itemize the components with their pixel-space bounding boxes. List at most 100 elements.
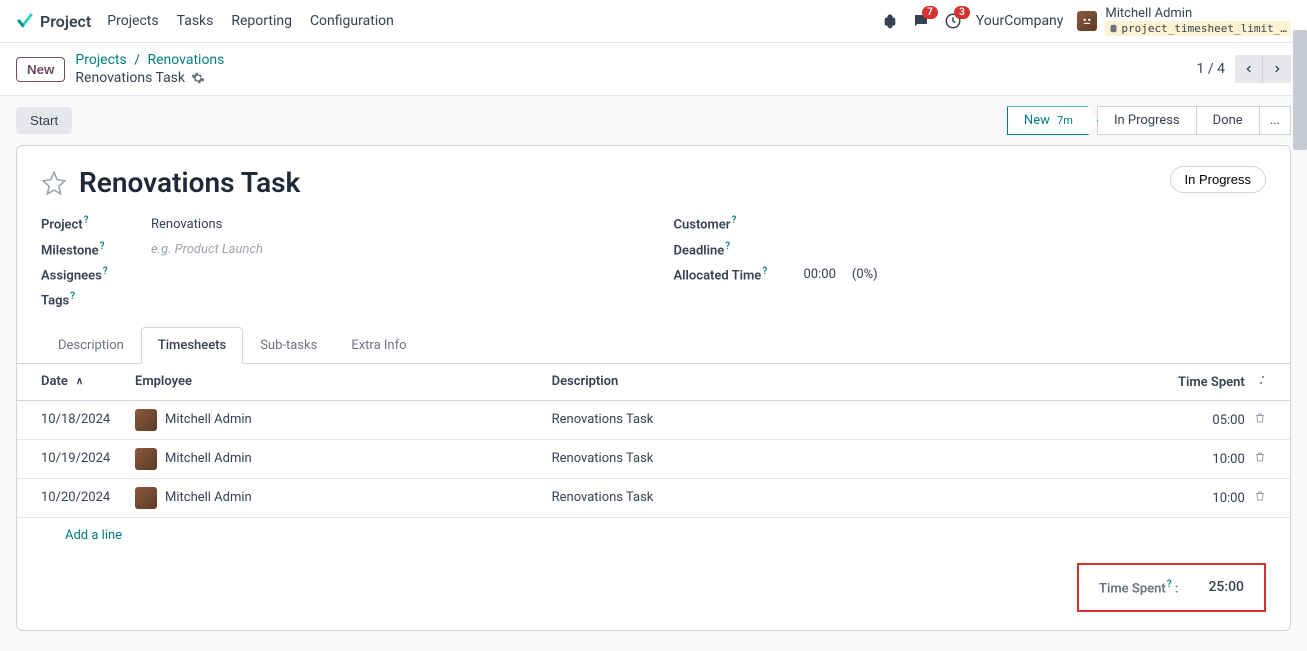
pager-text: 1 / 4 — [1197, 61, 1225, 77]
field-tags: Tags? — [41, 291, 634, 308]
help-icon[interactable]: ? — [1167, 579, 1172, 590]
cell-employee[interactable]: Mitchell Admin — [127, 439, 544, 478]
chevron-right-icon — [1272, 64, 1282, 74]
tabs: Description Timesheets Sub-tasks Extra I… — [17, 327, 1290, 364]
help-icon[interactable]: ? — [100, 241, 105, 252]
user-name: Mitchell Admin — [1105, 6, 1291, 21]
help-icon[interactable]: ? — [103, 266, 108, 277]
new-record-button[interactable]: New — [16, 57, 65, 82]
cell-date[interactable]: 10/18/2024 — [17, 400, 127, 439]
stage-duration: 7m — [1057, 114, 1073, 127]
pager-next-button[interactable] — [1263, 55, 1291, 83]
help-icon[interactable]: ? — [70, 291, 75, 302]
scrollbar[interactable] — [1293, 30, 1307, 150]
user-menu[interactable]: Mitchell Admin project_timesheet_limit_… — [1077, 6, 1291, 36]
pager-prev-button[interactable] — [1235, 55, 1263, 83]
th-time-spent[interactable]: Time Spent — [913, 364, 1290, 401]
field-assignees: Assignees? — [41, 266, 634, 283]
th-date[interactable]: Date ∧ — [17, 364, 127, 401]
stage-new[interactable]: New 7m — [1007, 106, 1098, 135]
cell-time[interactable]: 05:00 — [913, 400, 1290, 439]
cell-employee[interactable]: Mitchell Admin — [127, 400, 544, 439]
tab-timesheets[interactable]: Timesheets — [141, 327, 243, 364]
status-bar: Start New 7m In Progress Done ... — [16, 106, 1291, 145]
avatar-icon — [135, 487, 157, 509]
trash-icon[interactable] — [1254, 452, 1266, 467]
field-customer: Customer? — [674, 215, 1267, 232]
tab-sub-tasks[interactable]: Sub-tasks — [243, 327, 334, 364]
breadcrumb-separator: / — [134, 52, 140, 68]
breadcrumb-projects[interactable]: Projects — [75, 52, 126, 68]
nav-reporting[interactable]: Reporting — [231, 13, 292, 29]
sort-asc-icon: ∧ — [76, 376, 83, 387]
milestone-value[interactable]: e.g. Product Launch — [151, 242, 263, 257]
stage-in-progress[interactable]: In Progress — [1097, 106, 1197, 135]
table-row[interactable]: 10/18/2024Mitchell AdminRenovations Task… — [17, 400, 1290, 439]
allocated-time-value[interactable]: 00:00 — [804, 267, 836, 282]
stage-done[interactable]: Done — [1196, 106, 1260, 135]
help-icon[interactable]: ? — [84, 215, 89, 226]
cell-employee[interactable]: Mitchell Admin — [127, 478, 544, 517]
help-icon[interactable]: ? — [762, 266, 767, 277]
bug-icon[interactable] — [882, 13, 898, 29]
th-employee[interactable]: Employee — [127, 364, 544, 401]
table-row[interactable]: 10/20/2024Mitchell AdminRenovations Task… — [17, 478, 1290, 517]
cell-time[interactable]: 10:00 — [913, 439, 1290, 478]
add-line-button[interactable]: Add a line — [41, 518, 1266, 553]
totals: Time Spent? : 25:00 — [41, 563, 1290, 612]
cell-description[interactable]: Renovations Task — [544, 478, 914, 517]
in-progress-button[interactable]: In Progress — [1170, 166, 1266, 193]
star-icon[interactable] — [41, 170, 67, 196]
avatar-icon — [135, 409, 157, 431]
task-card: Renovations Task In Progress Project? Re… — [16, 145, 1291, 631]
avatar-icon — [135, 448, 157, 470]
nav-left: Project Projects Tasks Reporting Configu… — [16, 12, 394, 31]
totals-box: Time Spent? : 25:00 — [1077, 563, 1266, 612]
stage-more-button[interactable]: ... — [1259, 106, 1291, 135]
company-switcher[interactable]: YourCompany — [976, 13, 1064, 29]
top-nav: Project Projects Tasks Reporting Configu… — [0, 0, 1307, 43]
activities-badge: 3 — [954, 6, 970, 19]
nav-configuration[interactable]: Configuration — [310, 13, 394, 29]
brand-label: Project — [40, 12, 91, 31]
tab-description[interactable]: Description — [41, 327, 141, 364]
field-deadline: Deadline? — [674, 241, 1267, 258]
project-value[interactable]: Renovations — [151, 217, 222, 232]
breadcrumb-renovations[interactable]: Renovations — [148, 52, 225, 68]
messages-icon[interactable]: 7 — [912, 12, 930, 30]
table-row[interactable]: 10/19/2024Mitchell AdminRenovations Task… — [17, 439, 1290, 478]
nav-tasks[interactable]: Tasks — [177, 13, 214, 29]
help-icon[interactable]: ? — [725, 241, 730, 252]
cell-description[interactable]: Renovations Task — [544, 400, 914, 439]
breadcrumb: Projects / Renovations Renovations Task — [75, 51, 224, 87]
gear-icon[interactable] — [191, 71, 205, 85]
avatar-icon — [1077, 11, 1097, 31]
trash-icon[interactable] — [1254, 413, 1266, 428]
help-icon[interactable]: ? — [731, 215, 736, 226]
breadcrumb-area: New Projects / Renovations Renovations T… — [16, 51, 224, 87]
cell-date[interactable]: 10/19/2024 — [17, 439, 127, 478]
cell-time[interactable]: 10:00 — [913, 478, 1290, 517]
total-time-value: 25:00 — [1208, 579, 1244, 596]
nav-projects[interactable]: Projects — [107, 13, 158, 29]
stages: New 7m In Progress Done ... — [1008, 106, 1291, 135]
title-row: Renovations Task — [41, 166, 300, 199]
cell-date[interactable]: 10/20/2024 — [17, 478, 127, 517]
field-allocated: Allocated Time? 00:00 (0%) — [674, 266, 1267, 283]
cell-description[interactable]: Renovations Task — [544, 439, 914, 478]
chevron-left-icon — [1244, 64, 1254, 74]
pager: 1 / 4 — [1197, 55, 1291, 83]
content: Start New 7m In Progress Done ... Renova… — [0, 95, 1307, 651]
activities-icon[interactable]: 3 — [944, 12, 962, 30]
project-logo-icon — [16, 12, 34, 30]
th-description[interactable]: Description — [544, 364, 914, 401]
adjust-icon[interactable] — [1254, 375, 1266, 390]
db-tag: project_timesheet_limit_… — [1105, 21, 1291, 36]
database-icon — [1109, 24, 1118, 33]
task-title[interactable]: Renovations Task — [79, 166, 300, 199]
start-button[interactable]: Start — [16, 107, 72, 134]
tab-extra-info[interactable]: Extra Info — [334, 327, 423, 364]
trash-icon[interactable] — [1254, 491, 1266, 506]
nav-menu: Projects Tasks Reporting Configuration — [107, 13, 394, 29]
brand[interactable]: Project — [16, 12, 91, 31]
